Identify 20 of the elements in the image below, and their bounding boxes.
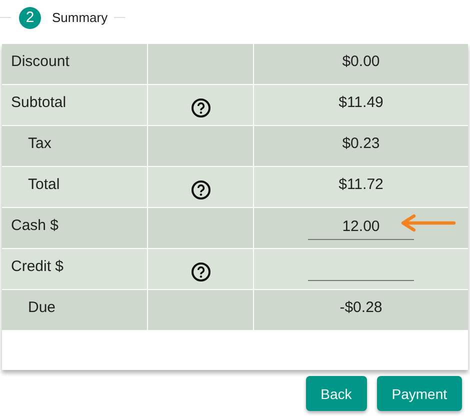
step-title: Summary [52, 10, 108, 25]
amount-value: $11.49 [338, 93, 384, 111]
row-label: Discount [2, 44, 148, 84]
help-icon[interactable] [190, 262, 210, 282]
step-number: 2 [19, 6, 41, 28]
row-label: Due [2, 290, 148, 330]
row-label: Total [2, 167, 148, 207]
amount-value: $0.00 [342, 52, 380, 70]
row-label: Credit $ [2, 249, 148, 289]
row-label: Subtotal [2, 85, 148, 125]
help-icon[interactable] [190, 98, 210, 118]
action-button[interactable]: Payment [376, 376, 462, 411]
row-label: Tax [2, 126, 148, 166]
action-button[interactable]: Back [306, 376, 367, 411]
amount-value: $0.23 [342, 134, 380, 152]
help-icon[interactable] [190, 180, 210, 200]
amount-value: $11.72 [338, 175, 384, 193]
row-label: Cash $ [2, 208, 148, 248]
amount-value: -$0.28 [340, 298, 382, 316]
amount-field[interactable]: 12.00 [308, 214, 414, 240]
